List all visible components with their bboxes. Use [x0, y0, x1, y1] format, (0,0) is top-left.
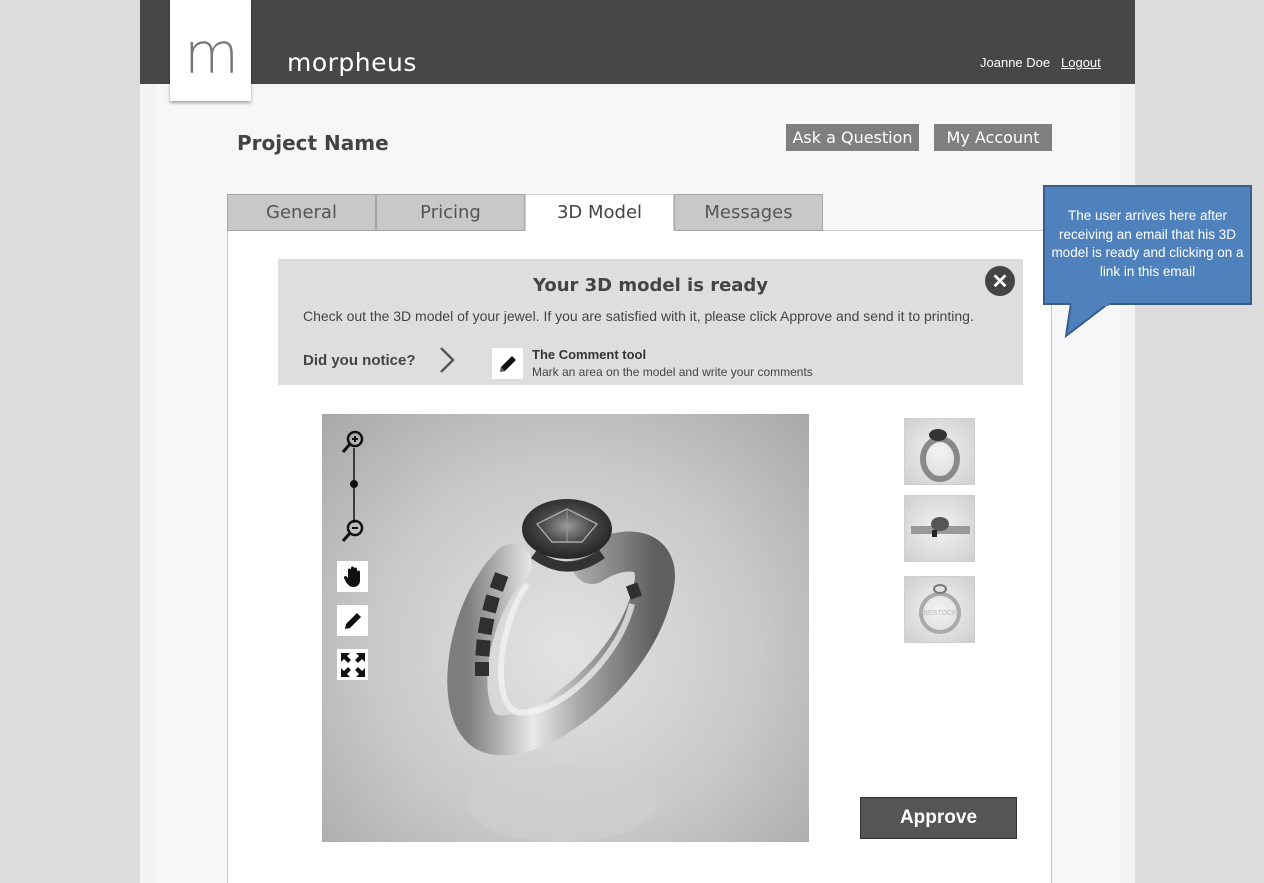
approve-button[interactable]: Approve	[860, 797, 1017, 839]
did-you-notice-label: Did you notice?	[303, 352, 416, 369]
logo-letter: m	[184, 22, 239, 87]
chevron-right-icon	[440, 347, 455, 373]
my-account-button[interactable]: My Account	[934, 124, 1052, 151]
pencil-icon[interactable]	[337, 605, 368, 636]
comment-tool-desc: Mark an area on the model and write your…	[532, 365, 813, 379]
3d-model-viewer[interactable]	[322, 414, 809, 842]
close-icon[interactable]: ✕	[985, 266, 1015, 296]
callout-pointer	[1064, 303, 1111, 339]
thumbnail-view-2[interactable]	[904, 495, 975, 562]
annotation-callout: The user arrives here after receiving an…	[1043, 185, 1252, 305]
user-name: Joanne Doe	[980, 55, 1051, 70]
thumbnail-view-3[interactable]: BESTOCK	[904, 576, 975, 643]
notice-text: Check out the 3D model of your jewel. If…	[303, 308, 974, 324]
tab-pricing[interactable]: Pricing	[376, 194, 525, 231]
thumb-watermark: BESTOCK	[923, 610, 957, 617]
logo[interactable]: m	[170, 0, 251, 101]
thumbnail-view-1[interactable]	[904, 418, 975, 485]
zoom-control[interactable]	[338, 428, 368, 543]
fullscreen-icon[interactable]	[337, 649, 368, 680]
page-title: Project Name	[237, 131, 389, 155]
logout-link[interactable]: Logout	[1061, 55, 1101, 70]
comment-tool-icon	[492, 348, 523, 379]
notice-title: Your 3D model is ready	[532, 275, 769, 296]
tab-general[interactable]: General	[227, 194, 376, 231]
model-ready-notice: Your 3D model is ready Check out the 3D …	[278, 259, 1023, 385]
ring-model	[447, 498, 675, 842]
tab-3d-model[interactable]: 3D Model	[525, 194, 674, 231]
comment-tool-title: The Comment tool	[532, 347, 647, 362]
hand-icon[interactable]	[337, 561, 368, 592]
brand-name: morpheus	[287, 48, 417, 77]
tab-messages[interactable]: Messages	[674, 194, 823, 231]
ask-question-button[interactable]: Ask a Question	[786, 124, 919, 151]
